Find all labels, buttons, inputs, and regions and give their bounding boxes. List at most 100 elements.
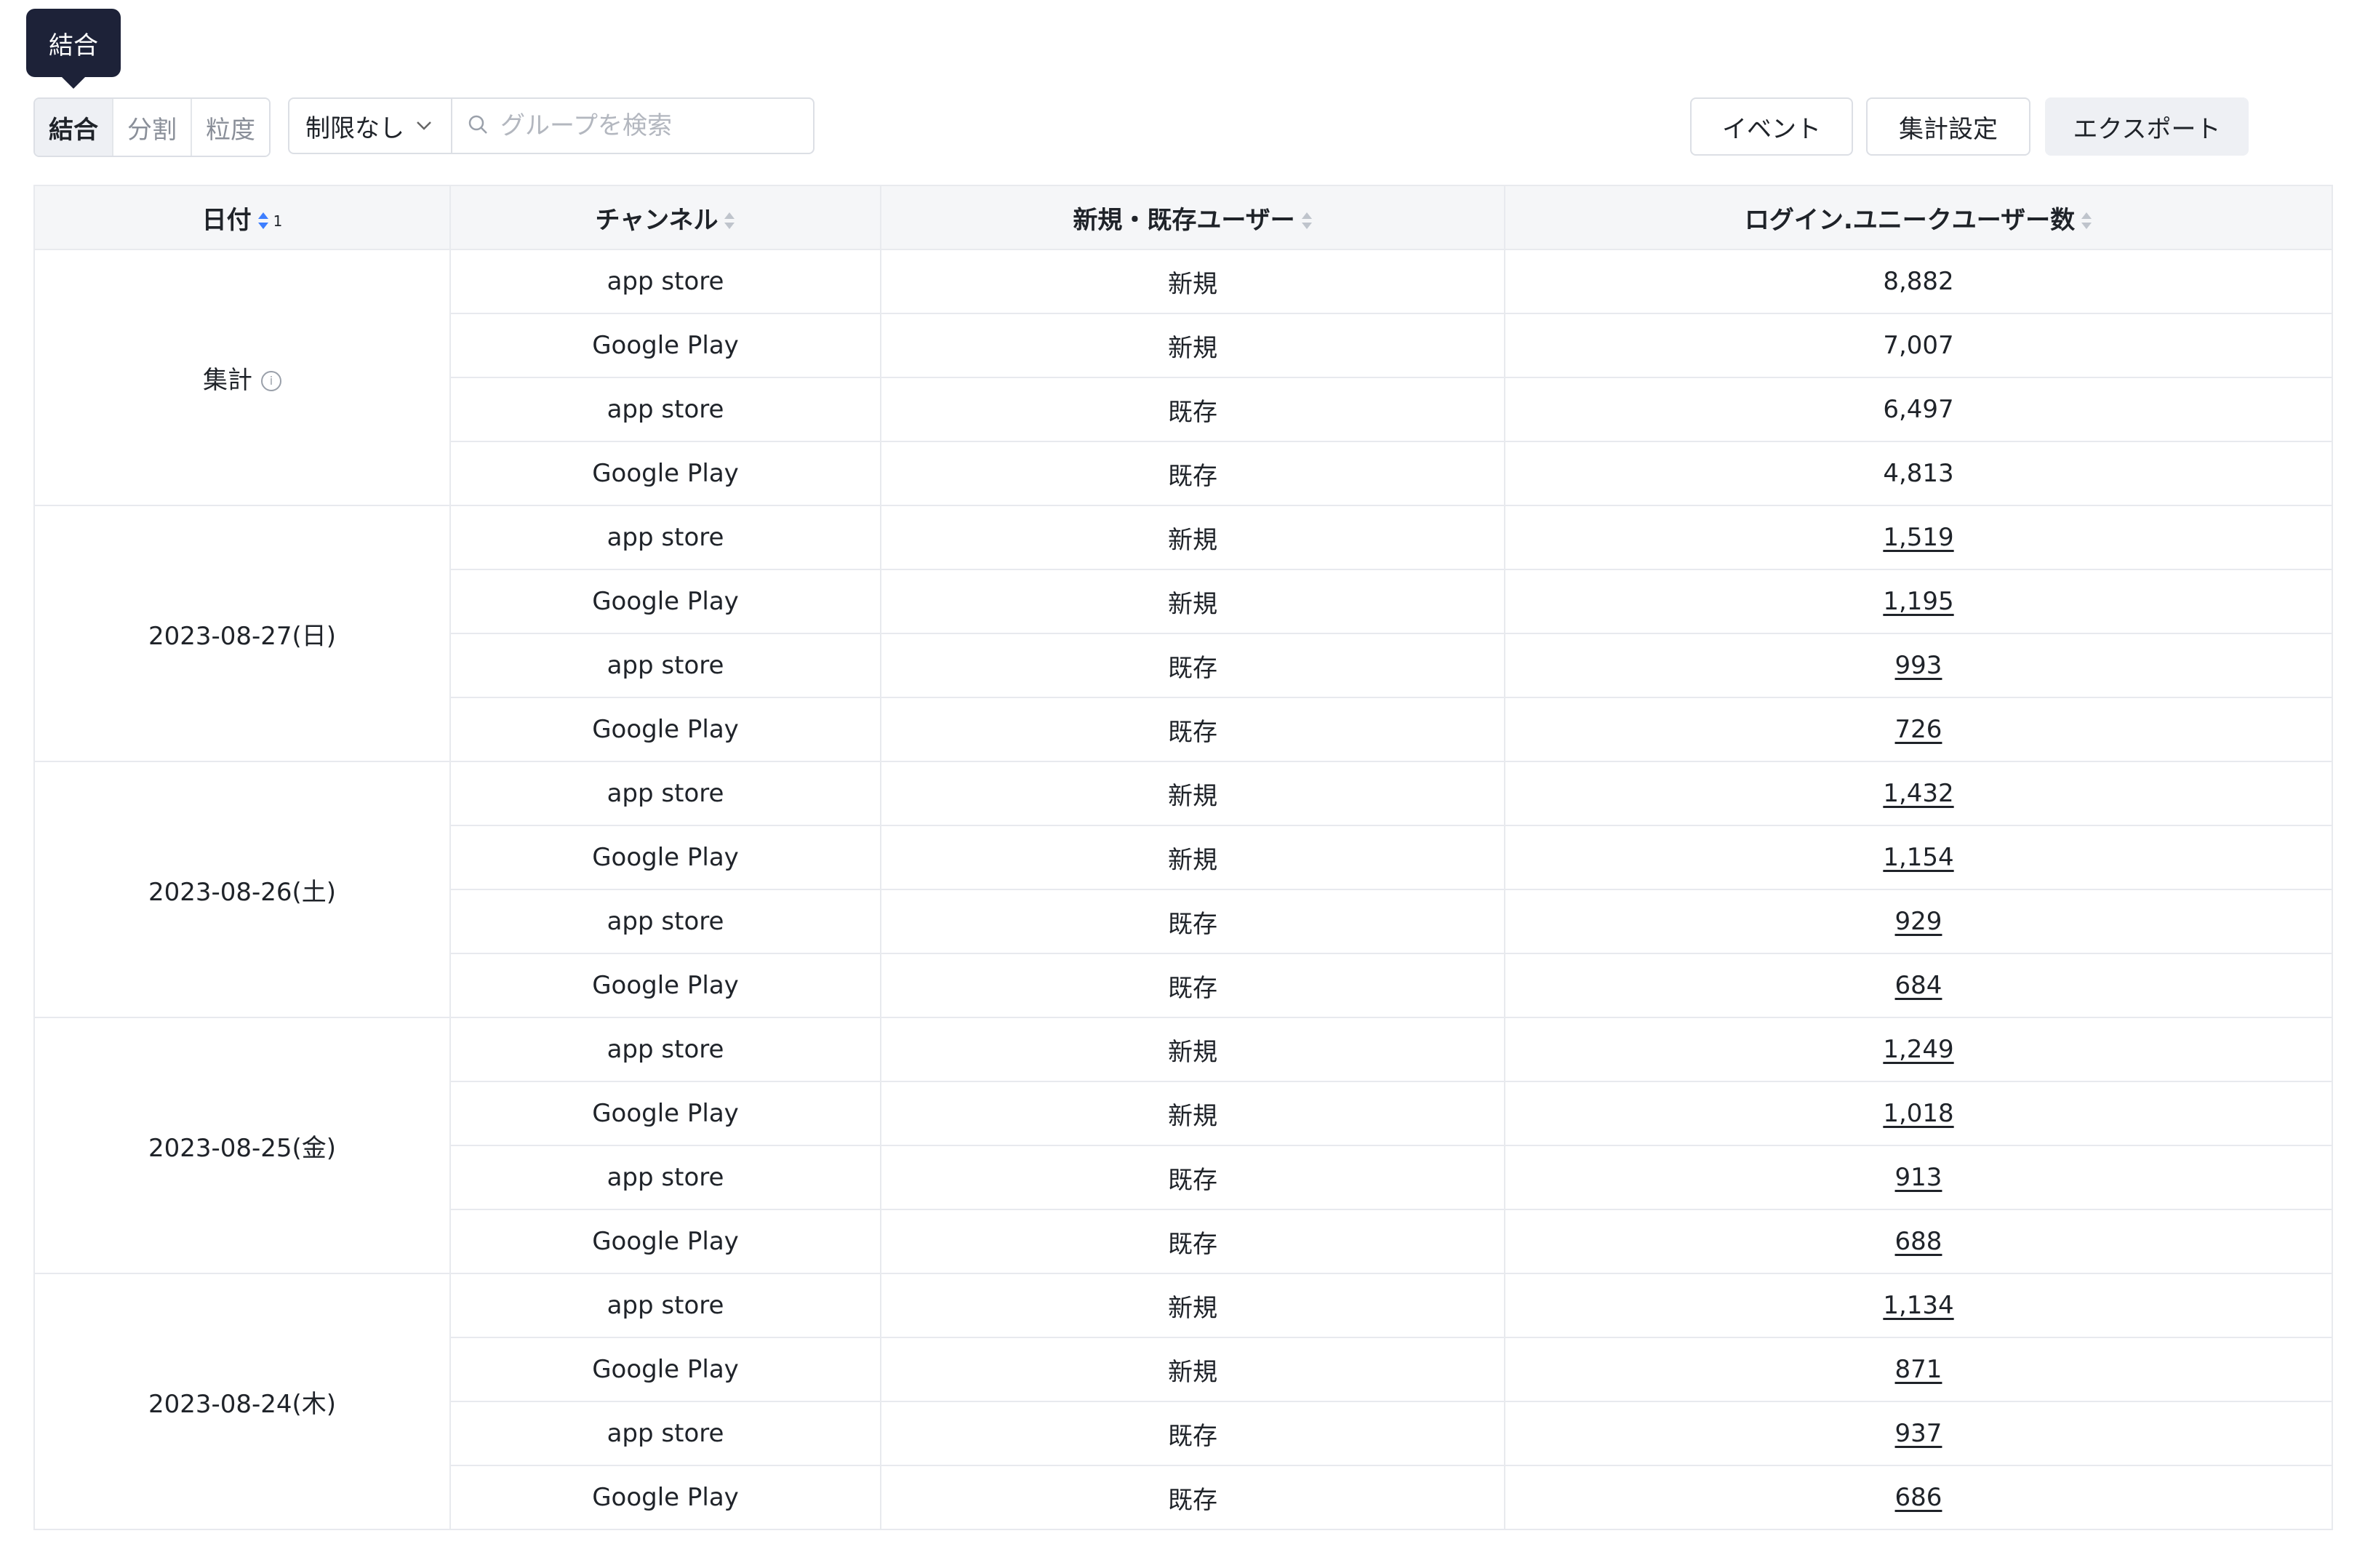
sort-icon[interactable]: [2081, 211, 2092, 231]
user-type-cell: 新規: [880, 249, 1505, 314]
user-type-cell: 新規: [880, 569, 1505, 634]
date-label: 2023-08-24(木): [148, 1389, 337, 1419]
date-cell: 2023-08-24(木): [33, 1273, 451, 1530]
metric-cell: 929: [1504, 889, 2333, 954]
user-type-cell: 既存: [880, 441, 1505, 506]
metric-value: 6,497: [1883, 395, 1954, 424]
table-row: 集計 i app store 新規 8,882: [33, 249, 2333, 506]
header-channel-label: チャンネル: [595, 205, 719, 235]
header-metric[interactable]: ログイン.ユニークユーザー数: [1504, 185, 2333, 250]
table-row: 2023-08-24(木) app store 新規 1,134: [33, 1273, 2333, 1530]
channel-cell: Google Play: [449, 953, 881, 1018]
header-channel[interactable]: チャンネル: [449, 185, 881, 250]
channel-cell: Google Play: [449, 313, 881, 378]
table-row: 2023-08-26(土) app store 新規 1,432: [33, 761, 2333, 1018]
user-type-cell: 新規: [880, 505, 1505, 570]
metric-cell: 7,007: [1504, 313, 2333, 378]
metric-value-link[interactable]: 726: [1895, 715, 1942, 744]
user-type-cell: 既存: [880, 889, 1505, 954]
metric-cell: 1,154: [1504, 825, 2333, 890]
channel-cell: Google Play: [449, 1209, 881, 1274]
metric-cell: 686: [1504, 1465, 2333, 1530]
header-user-type[interactable]: 新規・既存ユーザー: [880, 185, 1505, 250]
metric-value-link[interactable]: 1,249: [1883, 1035, 1953, 1064]
metric-cell: 688: [1504, 1209, 2333, 1274]
segment-granularity[interactable]: 粒度: [192, 99, 269, 156]
user-type-cell: 新規: [880, 761, 1505, 826]
metric-value-link[interactable]: 1,432: [1883, 779, 1953, 808]
metric-cell: 8,882: [1504, 249, 2333, 314]
metric-cell: 4,813: [1504, 441, 2333, 506]
header-user-type-label: 新規・既存ユーザー: [1073, 205, 1295, 235]
event-button[interactable]: イベント: [1690, 97, 1853, 156]
channel-cell: app store: [449, 1017, 881, 1082]
metric-value: 8,882: [1883, 267, 1954, 296]
metric-cell: 6,497: [1504, 377, 2333, 442]
channel-cell: app store: [449, 1401, 881, 1466]
agg-settings-button[interactable]: 集計設定: [1866, 97, 2030, 156]
channel-cell: app store: [449, 249, 881, 314]
table-header-row: 日付 1 チャンネル 新規・既存ユーザー ログイン.ユニークユーザー数: [33, 185, 2333, 250]
chevron-down-icon: [416, 117, 432, 135]
user-type-cell: 既存: [880, 633, 1505, 698]
segment-split[interactable]: 分割: [113, 99, 192, 156]
metric-value-link[interactable]: 929: [1895, 907, 1942, 936]
user-type-cell: 新規: [880, 1337, 1505, 1402]
total-cell: 集計 i: [33, 249, 451, 506]
metric-cell: 937: [1504, 1401, 2333, 1466]
metric-value: 4,813: [1883, 459, 1954, 488]
user-type-cell: 新規: [880, 1017, 1505, 1082]
group-search[interactable]: [451, 97, 815, 154]
metric-value-link[interactable]: 684: [1895, 971, 1942, 1000]
metric-value-link[interactable]: 993: [1895, 651, 1942, 680]
channel-cell: Google Play: [449, 825, 881, 890]
export-button[interactable]: エクスポート: [2045, 97, 2249, 156]
date-label: 2023-08-27(日): [148, 621, 337, 651]
sort-icon[interactable]: [1301, 211, 1313, 231]
metric-value-link[interactable]: 913: [1895, 1163, 1942, 1192]
channel-cell: app store: [449, 889, 881, 954]
metric-cell: 1,432: [1504, 761, 2333, 826]
metric-value-link[interactable]: 686: [1895, 1483, 1942, 1512]
limit-dropdown[interactable]: 制限なし: [288, 97, 452, 154]
metric-cell: 726: [1504, 697, 2333, 762]
user-type-cell: 既存: [880, 1465, 1505, 1530]
metric-cell: 1,519: [1504, 505, 2333, 570]
header-date-label: 日付: [201, 205, 252, 235]
metric-value-link[interactable]: 1,195: [1883, 587, 1953, 616]
sort-icon[interactable]: [724, 211, 735, 231]
search-icon: [467, 113, 489, 138]
metric-value-link[interactable]: 871: [1895, 1355, 1942, 1384]
date-label: 2023-08-25(金): [148, 1133, 337, 1163]
metric-value-link[interactable]: 1,154: [1883, 843, 1953, 872]
segment-combine[interactable]: 結合: [35, 99, 113, 156]
channel-cell: app store: [449, 633, 881, 698]
metric-value-link[interactable]: 1,134: [1883, 1291, 1953, 1320]
sort-icon[interactable]: [257, 211, 269, 231]
view-mode-segmented-control: 結合 分割 粒度: [33, 97, 271, 157]
date-cell: 2023-08-26(土): [33, 761, 451, 1018]
channel-cell: Google Play: [449, 1081, 881, 1146]
metric-value-link[interactable]: 1,519: [1883, 523, 1953, 552]
channel-cell: Google Play: [449, 441, 881, 506]
channel-cell: app store: [449, 377, 881, 442]
channel-cell: Google Play: [449, 1337, 881, 1402]
channel-cell: app store: [449, 505, 881, 570]
user-type-cell: 既存: [880, 953, 1505, 1018]
metric-value-link[interactable]: 688: [1895, 1227, 1942, 1256]
search-input[interactable]: [499, 111, 793, 141]
info-icon[interactable]: i: [261, 371, 281, 391]
metric-cell: 1,018: [1504, 1081, 2333, 1146]
toolbar: 結合 分割 粒度 制限なし イベント 集計設定 エクスポート: [33, 97, 2332, 157]
channel-cell: Google Play: [449, 569, 881, 634]
metric-cell: 684: [1504, 953, 2333, 1018]
sort-index: 1: [273, 212, 283, 230]
metric-cell: 1,249: [1504, 1017, 2333, 1082]
table-body: 集計 i app store 新規 8,882 Google Play 新規 7,007 app…: [33, 249, 2333, 1530]
metric-value-link[interactable]: 937: [1895, 1419, 1942, 1448]
header-date[interactable]: 日付 1: [33, 185, 451, 250]
metric-value-link[interactable]: 1,018: [1883, 1099, 1953, 1128]
date-label: 集計: [203, 365, 252, 395]
table-row: 2023-08-27(日) app store 新規 1,519: [33, 505, 2333, 762]
user-type-cell: 新規: [880, 313, 1505, 378]
